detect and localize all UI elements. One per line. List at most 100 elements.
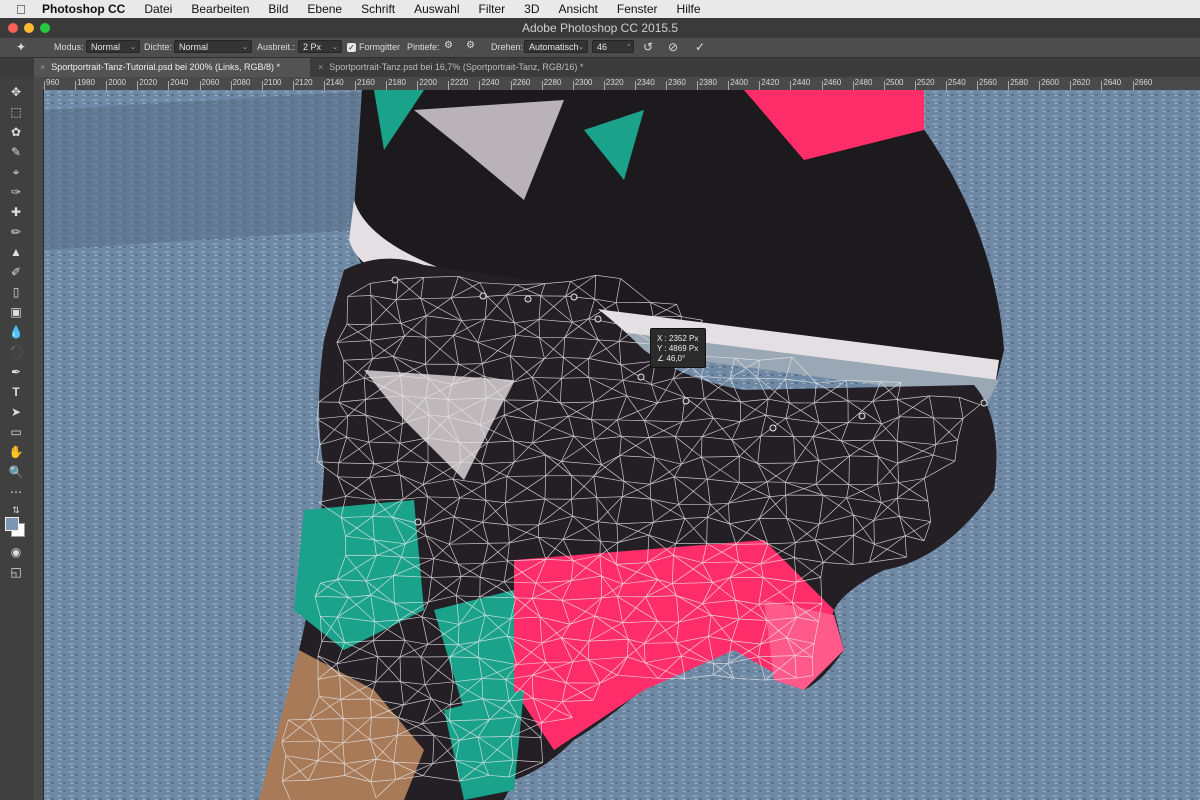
menu-hilfe[interactable]: Hilfe [677, 2, 701, 16]
menu-schrift[interactable]: Schrift [361, 2, 395, 16]
pin[interactable] [570, 293, 578, 301]
pin[interactable] [479, 292, 487, 300]
ruler-tick [261, 81, 263, 90]
ruler-tick [728, 81, 730, 90]
screen-mode-icon[interactable]: ◱ [5, 563, 27, 581]
quick-mask-icon[interactable]: ◉ [5, 543, 27, 561]
type-icon[interactable]: T [5, 383, 27, 401]
blur-icon[interactable]: 💧 [5, 323, 27, 341]
menu-ansicht[interactable]: Ansicht [559, 2, 598, 16]
tooltip-angle: ∠ 46,0° [657, 354, 686, 363]
ruler-tick [852, 81, 854, 90]
ruler-tick [977, 81, 978, 90]
hand-icon[interactable]: ✋ [5, 443, 27, 461]
ruler-tick [1008, 81, 1010, 90]
drehen-select[interactable]: Automatisch ⌄ [524, 40, 588, 53]
marquee-icon[interactable]: ⬚ [5, 103, 27, 121]
angle-input[interactable]: 46 ° [592, 40, 634, 53]
crop-icon[interactable]: ⌖ [5, 163, 27, 181]
window-title: Adobe Photoshop CC 2015.5 [521, 21, 679, 35]
ruler-tick [945, 81, 947, 90]
menu-ebene[interactable]: Ebene [307, 2, 342, 16]
more-icon[interactable]: ⋯ [5, 483, 27, 501]
brush-icon[interactable]: ✏ [5, 223, 27, 241]
menu-bild[interactable]: Bild [268, 2, 288, 16]
history-brush-icon[interactable]: ✐ [5, 263, 27, 281]
ruler-tick [1132, 81, 1134, 90]
ruler-label: 2040 [170, 78, 189, 87]
quick-select-icon[interactable]: ✎ [5, 143, 27, 161]
ruler-tick [759, 81, 761, 90]
modus-label: Modus: [54, 42, 84, 52]
shape-icon[interactable]: ▭ [5, 423, 27, 441]
gradient-icon[interactable]: ▣ [5, 303, 27, 321]
ruler-label: 2300 [574, 78, 593, 87]
ruler-label: 2540 [947, 78, 966, 87]
pin[interactable] [682, 397, 690, 405]
ruler-label: 960 [46, 78, 60, 87]
pin-backward-icon[interactable]: ⚙ [466, 40, 475, 51]
chevron-down-icon: ⌄ [242, 44, 248, 51]
menu-app[interactable]: Photoshop CC [42, 2, 125, 16]
ruler-tick [1101, 81, 1103, 90]
ruler-tick [417, 81, 419, 90]
menu-auswahl[interactable]: Auswahl [414, 2, 459, 16]
menu-fenster[interactable]: Fenster [617, 2, 658, 16]
pin-forward-icon[interactable]: ⚙ [444, 40, 453, 51]
close-tab-icon[interactable]: × [318, 58, 323, 77]
undo-icon[interactable]: ↺ [643, 40, 653, 54]
commit-checkmark-icon[interactable]: ✓ [695, 40, 705, 54]
options-bar: ✦ Modus: Normal ⌄ Dichte: Normal ⌄ Ausbrei… [0, 38, 1200, 58]
eyedropper-icon[interactable]: ✑ [5, 183, 27, 201]
pin[interactable] [858, 412, 866, 420]
chevron-down-icon: ⌄ [332, 44, 338, 51]
menu-3d[interactable]: 3D [524, 2, 539, 16]
ruler-tick [790, 81, 792, 90]
ruler-tick [541, 81, 543, 90]
menu-bearbeiten[interactable]: Bearbeiten [191, 2, 249, 16]
pin[interactable] [637, 373, 645, 381]
ausbreit-select[interactable]: 2 Px ⌄ [298, 40, 342, 53]
path-select-icon[interactable]: ➤ [5, 403, 27, 421]
ruler-label: 2460 [823, 78, 842, 87]
ruler-tick [1070, 81, 1072, 90]
modus-select[interactable]: Normal ⌄ [86, 40, 140, 53]
pin[interactable] [391, 276, 399, 284]
tab-sportportrait-tanz-tutorial[interactable]: × Sportportrait-Tanz-Tutorial.psd bei 200… [34, 58, 310, 77]
puppet-warp-icon[interactable]: ✦ [16, 40, 26, 54]
pin[interactable] [594, 315, 602, 323]
chevron-down-icon: ⌄ [578, 44, 584, 51]
ruler-tick [292, 81, 294, 90]
lasso-icon[interactable]: ✿ [5, 123, 27, 141]
eraser-icon[interactable]: ▯ [5, 283, 27, 301]
pin[interactable] [524, 295, 532, 303]
ruler-label: 1980 [77, 78, 95, 87]
apple-icon[interactable]:  [14, 2, 28, 17]
pin[interactable] [980, 399, 988, 407]
drehen-label: Drehen: [491, 42, 524, 52]
menu-filter[interactable]: Filter [478, 2, 505, 16]
ruler-tick [1039, 81, 1041, 90]
close-tab-icon[interactable]: × [40, 58, 45, 77]
zoom-icon[interactable]: 🔍 [5, 463, 27, 481]
ruler-tick [883, 81, 885, 90]
formgitter-checkbox[interactable]: ✓ [347, 43, 356, 52]
dichte-select[interactable]: Normal ⌄ [174, 40, 252, 53]
ruler-tick [230, 81, 232, 90]
ruler-label: 2320 [605, 78, 624, 87]
move-icon[interactable]: ✥ [5, 83, 27, 101]
document-canvas[interactable] [44, 90, 1200, 800]
pen-icon[interactable]: ✒ [5, 363, 27, 381]
tab-sportportrait-tanz[interactable]: × Sportportrait-Tanz.psd bei 16,7% (Sport… [312, 58, 622, 77]
healing-icon[interactable]: ✚ [5, 203, 27, 221]
cancel-icon[interactable]: ⊘ [668, 40, 678, 54]
canvas-image[interactable] [44, 90, 1200, 800]
dodge-icon[interactable]: ⚫ [5, 343, 27, 361]
pin[interactable] [769, 424, 777, 432]
menu-datei[interactable]: Datei [144, 2, 172, 16]
pin[interactable] [414, 518, 422, 526]
ruler-label: 2520 [916, 78, 935, 87]
foreground-color-swatch[interactable] [5, 517, 19, 531]
ruler-label: 2500 [885, 78, 904, 87]
stamp-icon[interactable]: ▲ [5, 243, 27, 261]
